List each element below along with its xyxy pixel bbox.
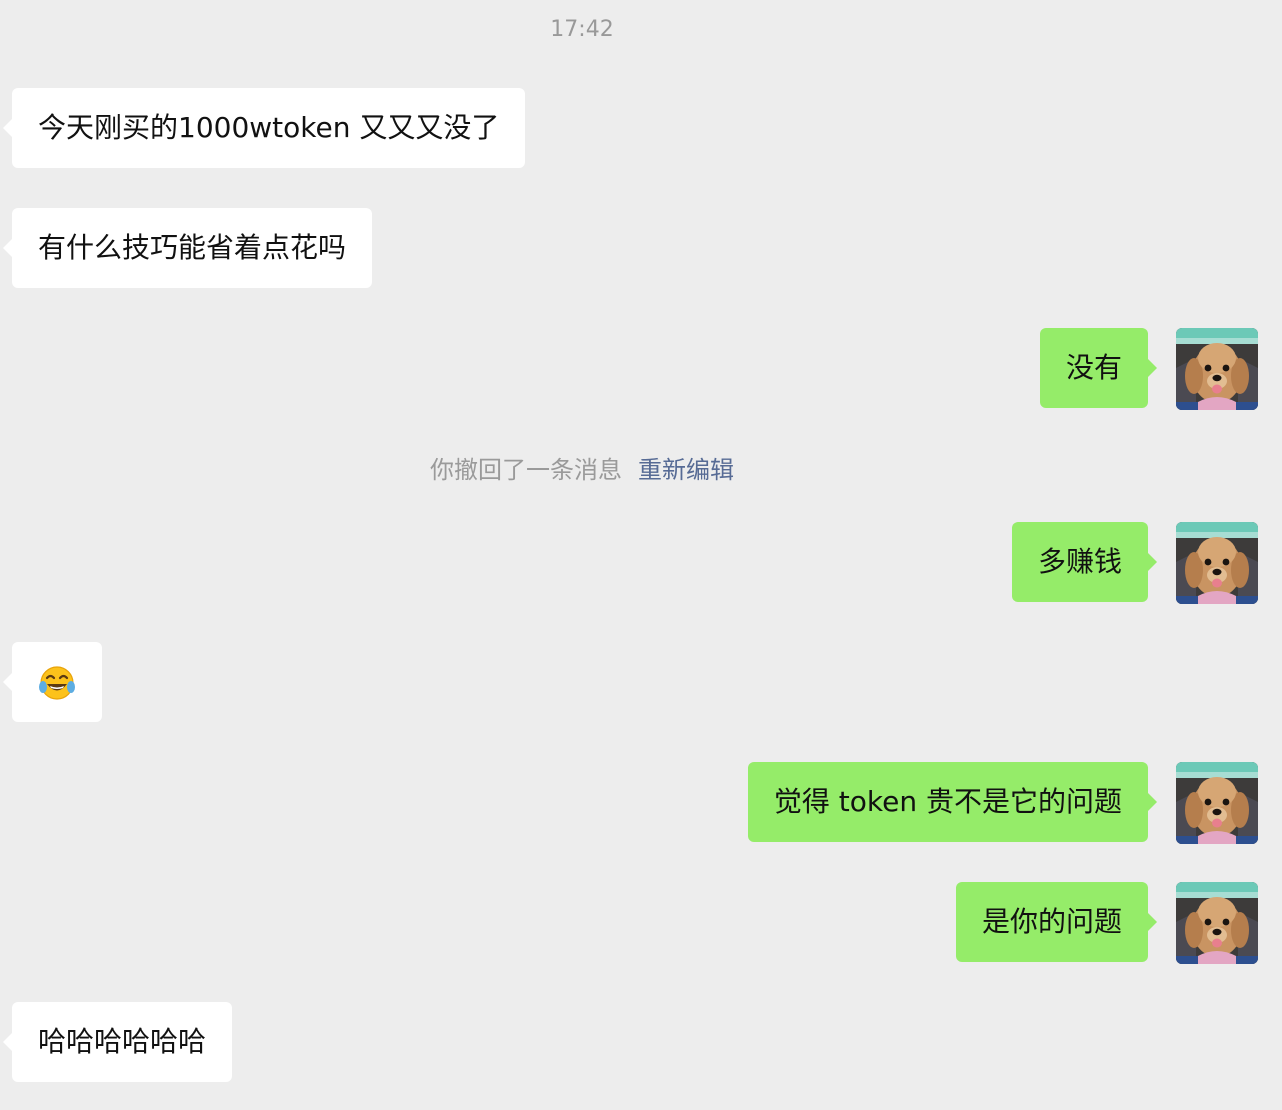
- incoming-emoji-bubble[interactable]: [3, 642, 102, 722]
- re-edit-link[interactable]: 重新编辑: [638, 456, 734, 484]
- incoming-message-bubble[interactable]: 哈哈哈哈哈哈: [2, 1002, 233, 1082]
- message-timestamp: 17:42: [550, 17, 614, 42]
- dog-avatar-icon[interactable]: [1176, 522, 1258, 604]
- outgoing-message-bubble[interactable]: 多赚钱: [1011, 522, 1158, 602]
- outgoing-message-bubble[interactable]: 是你的问题: [955, 882, 1158, 962]
- dog-avatar-icon[interactable]: [1176, 882, 1258, 964]
- incoming-message-bubble[interactable]: 今天刚买的1000wtoken 又又又没了: [2, 88, 526, 168]
- recall-notice: 你撤回了一条消息 重新编辑: [0, 452, 1164, 488]
- incoming-message-bubble[interactable]: 有什么技巧能省着点花吗: [2, 208, 373, 288]
- chat-window: 17:42 今天刚买的1000wtoken 又又又没了 有什么技巧能省着点花吗 …: [0, 0, 1282, 1110]
- outgoing-message-bubble[interactable]: 觉得 token 贵不是它的问题: [747, 762, 1158, 842]
- dog-avatar-icon[interactable]: [1176, 762, 1258, 844]
- dog-avatar-icon[interactable]: [1176, 328, 1258, 410]
- outgoing-message-bubble[interactable]: 没有: [1039, 328, 1158, 408]
- recall-notice-text: 你撤回了一条消息: [430, 456, 622, 484]
- laughing-tears-emoji-icon: [39, 666, 75, 700]
